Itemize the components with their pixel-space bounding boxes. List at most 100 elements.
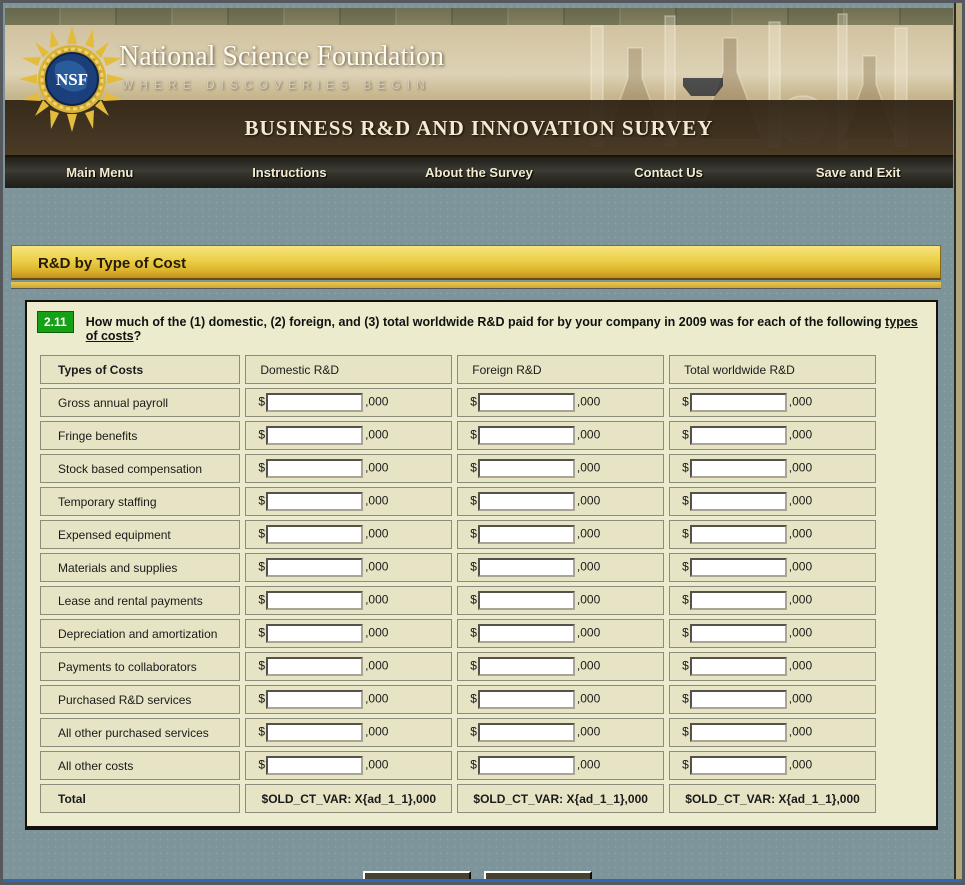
previous-button[interactable]: Previous	[483, 871, 592, 882]
dollar-prefix: $	[258, 493, 266, 508]
foreign-amount-input-row1[interactable]	[477, 393, 575, 412]
domestic-amount-input-row9[interactable]	[266, 657, 364, 676]
domestic-value-cell: $ ,000	[245, 586, 453, 615]
row-label: Gross annual payroll	[40, 388, 241, 417]
scrollbar-strip[interactable]	[954, 3, 962, 882]
thousands-suffix: ,000	[365, 724, 389, 739]
dollar-prefix: $	[682, 427, 689, 442]
org-tagline: WHERE DISCOVERIES BEGIN	[122, 78, 431, 92]
dollar-prefix: $	[258, 724, 266, 739]
site-header: NSF National Science Foundation WHERE DI…	[5, 8, 953, 155]
foreign-amount-input-row6[interactable]	[477, 558, 575, 577]
thousands-suffix: ,000	[576, 757, 601, 772]
thousands-suffix: ,000	[576, 658, 601, 673]
worldwide-value-cell: $ ,000	[669, 685, 876, 714]
nav-contact-us[interactable]: Contact Us	[574, 157, 764, 188]
foreign-amount-input-row4[interactable]	[477, 492, 575, 511]
nsf-logo-icon: NSF	[19, 26, 125, 132]
worldwide-amount-input-row11[interactable]	[689, 723, 787, 742]
nav-main-menu[interactable]: Main Menu	[5, 157, 195, 188]
domestic-amount-input-row6[interactable]	[266, 558, 364, 577]
worldwide-amount-input-row1[interactable]	[689, 393, 787, 412]
thousands-suffix: ,000	[576, 460, 601, 475]
thousands-suffix: ,000	[365, 691, 389, 706]
dollar-prefix: $	[470, 394, 477, 409]
worldwide-amount-input-row6[interactable]	[689, 558, 787, 577]
dollar-prefix: $	[470, 757, 477, 772]
dollar-prefix: $	[470, 559, 477, 574]
next-button[interactable]: Next	[362, 871, 471, 882]
foreign-value-cell: $ ,000	[457, 388, 665, 417]
foreign-value-cell: $ ,000	[457, 586, 665, 615]
domestic-value-cell: $ ,000	[245, 619, 453, 648]
table-row: All other costs $ ,000 $ ,000 $ ,000	[40, 751, 876, 780]
dollar-prefix: $	[470, 658, 477, 673]
dollar-prefix: $	[470, 460, 477, 475]
thousands-suffix: ,000	[365, 658, 389, 673]
domestic-total-value: $OLD_CT_VAR: X{ad_1_1},000	[245, 784, 453, 813]
nav-instructions[interactable]: Instructions	[195, 157, 385, 188]
foreign-amount-input-row7[interactable]	[477, 591, 575, 610]
table-row: Fringe benefits $ ,000 $ ,000 $ ,000	[40, 421, 876, 450]
main-navbar: Main Menu Instructions About the Survey …	[5, 155, 953, 188]
thousands-suffix: ,000	[788, 559, 813, 574]
bottom-button-row: Next Previous	[3, 871, 951, 882]
worldwide-amount-input-row3[interactable]	[689, 459, 787, 478]
nav-about-survey[interactable]: About the Survey	[384, 157, 574, 188]
domestic-amount-input-row7[interactable]	[266, 591, 364, 610]
foreign-amount-input-row10[interactable]	[477, 690, 575, 709]
foreign-amount-input-row3[interactable]	[477, 459, 575, 478]
foreign-value-cell: $ ,000	[457, 718, 665, 747]
domestic-amount-input-row3[interactable]	[266, 459, 364, 478]
foreign-total-value: $OLD_CT_VAR: X{ad_1_1},000	[457, 784, 665, 813]
domestic-amount-input-row11[interactable]	[266, 723, 364, 742]
dollar-prefix: $	[682, 526, 689, 541]
foreign-amount-input-row12[interactable]	[477, 756, 575, 775]
worldwide-amount-input-row12[interactable]	[689, 756, 787, 775]
row-label: All other costs	[40, 751, 241, 780]
domestic-amount-input-row5[interactable]	[266, 525, 364, 544]
dollar-prefix: $	[682, 757, 689, 772]
thousands-suffix: ,000	[365, 427, 389, 442]
domestic-amount-input-row1[interactable]	[266, 393, 364, 412]
worldwide-amount-input-row8[interactable]	[689, 624, 787, 643]
dollar-prefix: $	[258, 757, 266, 772]
svg-text:NSF: NSF	[56, 70, 88, 89]
col-header-types-of-costs: Types of Costs	[40, 355, 241, 384]
question-row: 2.11 How much of the (1) domestic, (2) f…	[37, 311, 928, 343]
table-row: Gross annual payroll $ ,000 $ ,000 $ ,000	[40, 388, 876, 417]
worldwide-amount-input-row2[interactable]	[689, 426, 787, 445]
worldwide-amount-input-row9[interactable]	[689, 657, 787, 676]
domestic-value-cell: $ ,000	[245, 553, 453, 582]
domestic-value-cell: $ ,000	[245, 751, 453, 780]
foreign-amount-input-row8[interactable]	[477, 624, 575, 643]
domestic-amount-input-row4[interactable]	[266, 492, 364, 511]
foreign-value-cell: $ ,000	[457, 751, 665, 780]
worldwide-amount-input-row7[interactable]	[689, 591, 787, 610]
worldwide-value-cell: $ ,000	[669, 619, 876, 648]
foreign-amount-input-row2[interactable]	[477, 426, 575, 445]
dollar-prefix: $	[258, 526, 266, 541]
foreign-value-cell: $ ,000	[457, 454, 665, 483]
dollar-prefix: $	[682, 724, 689, 739]
foreign-amount-input-row5[interactable]	[477, 525, 575, 544]
domestic-amount-input-row10[interactable]	[266, 690, 364, 709]
nav-save-and-exit[interactable]: Save and Exit	[763, 157, 953, 188]
worldwide-value-cell: $ ,000	[669, 586, 876, 615]
domestic-amount-input-row12[interactable]	[266, 756, 364, 775]
foreign-amount-input-row11[interactable]	[477, 723, 575, 742]
thousands-suffix: ,000	[365, 394, 389, 409]
section-bar-underline	[11, 282, 941, 289]
worldwide-amount-input-row5[interactable]	[689, 525, 787, 544]
worldwide-amount-input-row10[interactable]	[689, 690, 787, 709]
domestic-amount-input-row2[interactable]	[266, 426, 364, 445]
thousands-suffix: ,000	[576, 559, 601, 574]
domestic-value-cell: $ ,000	[245, 685, 453, 714]
domestic-amount-input-row8[interactable]	[266, 624, 364, 643]
dollar-prefix: $	[258, 559, 266, 574]
worldwide-value-cell: $ ,000	[669, 520, 876, 549]
foreign-amount-input-row9[interactable]	[477, 657, 575, 676]
dollar-prefix: $	[682, 625, 689, 640]
question-number-badge: 2.11	[37, 311, 74, 333]
worldwide-amount-input-row4[interactable]	[689, 492, 787, 511]
